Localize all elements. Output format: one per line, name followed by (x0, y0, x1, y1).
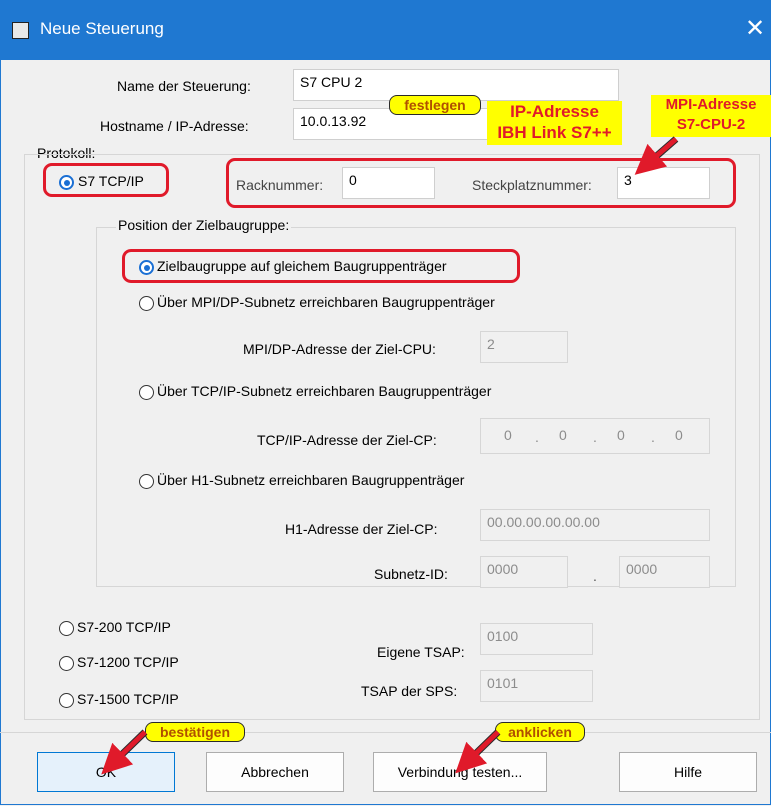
arrow-to-test (455, 730, 500, 774)
arrow-mpi-to-slot (634, 137, 678, 175)
annotation-arrows (101, 136, 679, 775)
arrow-to-ok (101, 730, 147, 775)
